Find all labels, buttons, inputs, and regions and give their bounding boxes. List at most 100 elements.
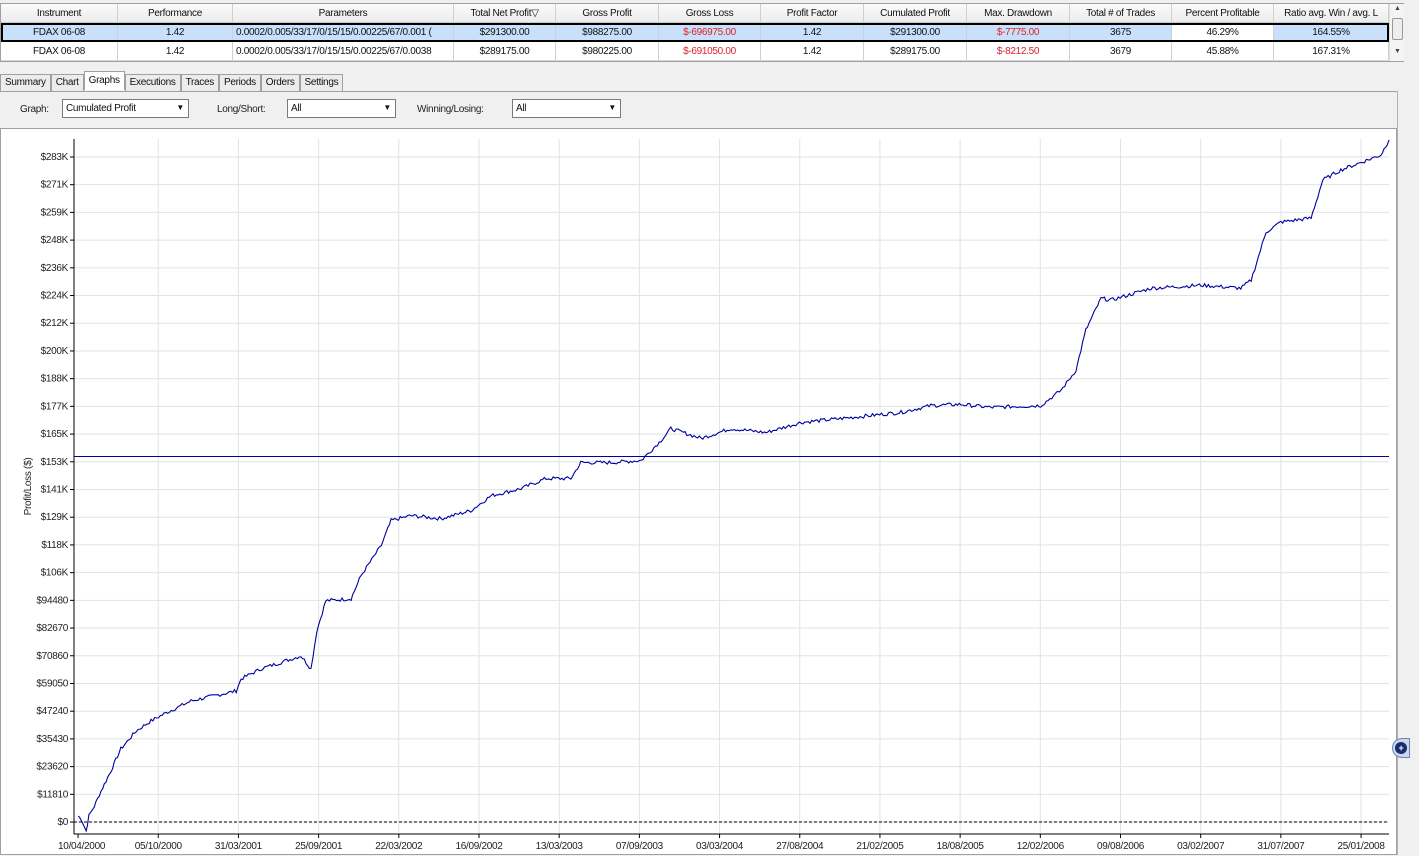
y-tick-label: $177K: [41, 401, 69, 412]
column-header-label: Total # of Trades: [1086, 7, 1155, 19]
table-row[interactable]: FDAX 06-08 1.42 0.0002/0.005/33/17/0/15/15…: [1, 23, 1389, 42]
table-row[interactable]: FDAX 06-08 1.42 0.0002/0.005/33/17/0/15/15…: [1, 42, 1389, 61]
graph-label: Graph:: [20, 104, 49, 115]
y-tick-label: $70860: [36, 651, 68, 662]
winlose-select-value: All: [516, 103, 527, 114]
grid-cell: FDAX 06-08: [1, 23, 118, 42]
column-header[interactable]: Gross Loss: [659, 4, 761, 22]
column-header[interactable]: Percent Profitable: [1172, 4, 1274, 22]
x-tick-label: 31/07/2007: [1257, 841, 1305, 852]
grid-cell: $-8212.50: [967, 42, 1070, 60]
tab-executions[interactable]: Executions: [124, 74, 181, 91]
scroll-thumb[interactable]: [1392, 18, 1403, 40]
column-header[interactable]: Instrument: [1, 4, 118, 22]
grid-cell: 167.31%: [1274, 42, 1389, 60]
scroll-up-icon[interactable]: ▲: [1394, 5, 1401, 12]
x-tick-label: 18/08/2005: [937, 841, 985, 852]
grid-cell: 0.0002/0.005/33/17/0/15/15/0.00225/67/0.…: [233, 23, 454, 42]
tab-summary[interactable]: Summary: [0, 74, 51, 91]
chevron-down-icon: ▼: [383, 103, 391, 112]
plus-icon: +: [1395, 742, 1407, 754]
tab-settings[interactable]: Settings: [299, 74, 344, 91]
grid-cell: 0.0002/0.005/33/17/0/15/15/0.00225/67/0.…: [233, 42, 454, 60]
results-grid: Instrument Performance Parameters Total Net…: [0, 3, 1404, 62]
grid-cell: 164.55%: [1274, 23, 1389, 42]
y-tick-label: $0: [57, 817, 68, 828]
y-tick-label: $212K: [41, 318, 69, 329]
tab-orders[interactable]: Orders: [260, 74, 300, 91]
column-header-label: Performance: [148, 7, 202, 19]
y-tick-label: $224K: [41, 291, 69, 302]
grid-cell: 46.29%: [1172, 23, 1274, 42]
column-header[interactable]: Total # of Trades: [1070, 4, 1172, 22]
grid-header: Instrument Performance Parameters Total Net…: [1, 4, 1389, 23]
x-tick-label: 10/04/2000: [58, 841, 106, 852]
chevron-down-icon: ▼: [176, 103, 184, 112]
y-tick-label: $129K: [41, 512, 69, 523]
tab-periods[interactable]: Periods: [218, 74, 261, 91]
graph-toolbar: Graph: Cumulated Profit ▼ Long/Short: All…: [0, 91, 1409, 128]
x-tick-label: 27/08/2004: [776, 841, 824, 852]
tab-bar: Summary Chart Graphs Executions Traces Period…: [0, 71, 344, 91]
column-header[interactable]: Profit Factor: [761, 4, 864, 22]
y-tick-label: $35430: [36, 734, 68, 745]
y-tick-label: $23620: [36, 762, 68, 773]
x-tick-label: 22/03/2002: [375, 841, 423, 852]
grid-cell: $-691050.00: [659, 42, 761, 60]
chevron-down-icon: ▼: [608, 103, 616, 112]
y-tick-label: $165K: [41, 429, 69, 440]
cumulated-profit-chart: $0 $11810 $23620 $35430 $47240 $59050 $70860 $8…: [23, 139, 1390, 852]
y-tick-label: $82670: [36, 623, 68, 634]
column-header[interactable]: Ratio avg. Win / avg. L: [1274, 4, 1389, 22]
column-header[interactable]: Cumulated Profit: [864, 4, 967, 22]
grid-cell: $289175.00: [864, 42, 967, 60]
column-header-label: Max. Drawdown: [984, 7, 1052, 19]
graph-panel: $0 $11810 $23620 $35430 $47240 $59050 $70860 $8…: [0, 128, 1397, 855]
graph-select-value: Cumulated Profit: [66, 103, 136, 114]
column-header-label: Gross Loss: [685, 7, 734, 19]
y-tick-label: $11810: [37, 789, 69, 800]
grid-cell: $988275.00: [556, 23, 659, 42]
graph-select[interactable]: Cumulated Profit ▼: [62, 99, 189, 118]
y-tick-label: $259K: [41, 207, 69, 218]
y-tick-label: $248K: [41, 235, 69, 246]
y-tick-label: $200K: [41, 346, 69, 357]
longshort-select[interactable]: All ▼: [287, 99, 396, 118]
column-header[interactable]: Gross Profit: [556, 4, 659, 22]
x-tick-label: 09/08/2006: [1097, 841, 1145, 852]
tab-traces[interactable]: Traces: [180, 74, 219, 91]
column-header-label: Total Net Profit: [470, 7, 532, 19]
grid-cell: $289175.00: [454, 42, 556, 60]
column-header[interactable]: Parameters: [233, 4, 454, 22]
longshort-select-value: All: [291, 103, 302, 114]
x-tick-label: 12/02/2006: [1017, 841, 1065, 852]
grid-cell: $291300.00: [864, 23, 967, 42]
expand-panel-button[interactable]: +: [1392, 738, 1410, 758]
column-header[interactable]: Total Net Profit ▽: [454, 4, 556, 22]
tab-graphs[interactable]: Graphs: [83, 71, 125, 90]
winlose-select[interactable]: All ▼: [512, 99, 621, 118]
y-tick-label: $118K: [41, 540, 68, 551]
grid-cell: $980225.00: [556, 42, 659, 60]
x-tick-label: 25/01/2008: [1338, 841, 1386, 852]
winlose-label: Winning/Losing:: [417, 104, 484, 115]
grid-scrollbar[interactable]: ▲ ▼: [1389, 4, 1404, 61]
plot-area: [74, 139, 1389, 834]
column-header[interactable]: Performance: [118, 4, 233, 22]
x-tick-label: 05/10/2000: [135, 841, 183, 852]
column-header-label: Percent Profitable: [1185, 7, 1260, 19]
grid-cell: 3679: [1070, 42, 1172, 60]
tab-chart[interactable]: Chart: [50, 74, 84, 91]
grid-cell: $-7775.00: [967, 23, 1070, 42]
x-tick-label: 07/09/2003: [616, 841, 664, 852]
grid-cell: 1.42: [118, 42, 233, 60]
sort-descending-icon[interactable]: ▽: [531, 8, 539, 19]
y-tick-label: $59050: [36, 678, 68, 689]
y-tick-label: $271K: [41, 180, 69, 191]
y-tick-label: $47240: [36, 706, 68, 717]
grid-cell: 1.42: [118, 23, 233, 42]
column-header[interactable]: Max. Drawdown: [967, 4, 1070, 22]
y-tick-label: $94480: [36, 595, 68, 606]
scroll-down-icon[interactable]: ▼: [1394, 48, 1401, 55]
column-header-label: Profit Factor: [786, 7, 838, 19]
